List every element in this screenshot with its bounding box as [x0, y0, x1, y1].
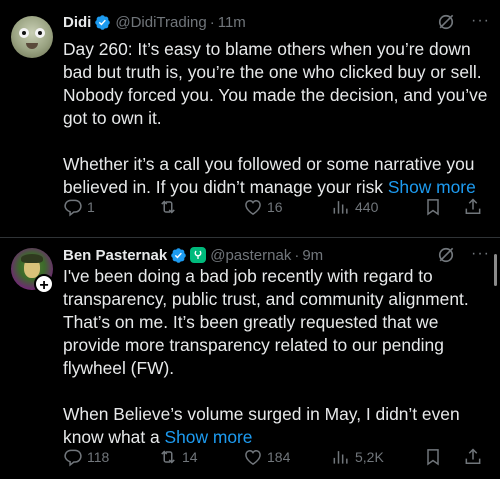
tweet-header: Didi @DidiTrading · 11m — [63, 12, 246, 32]
author-handle[interactable]: @DidiTrading — [115, 14, 206, 31]
bookmark-icon — [427, 449, 439, 466]
avatar-hair — [21, 254, 43, 263]
repost-count: 14 — [182, 449, 198, 465]
repost-icon — [161, 450, 175, 464]
like-icon — [245, 199, 261, 215]
views-button[interactable]: 5,2K — [331, 447, 384, 467]
repost-icon — [161, 200, 175, 214]
repost-button[interactable] — [158, 197, 182, 217]
author-handle[interactable]: @pasternak — [210, 247, 291, 264]
avatar[interactable] — [11, 16, 53, 58]
views-icon — [333, 201, 348, 214]
reply-icon — [64, 199, 82, 217]
separator-dot: · — [209, 13, 215, 31]
like-button[interactable]: 16 — [243, 197, 283, 217]
views-count: 440 — [355, 199, 379, 215]
like-icon — [245, 449, 261, 465]
like-button[interactable]: 184 — [243, 447, 290, 467]
avatar-pupil-left — [22, 31, 26, 35]
tweet-text: Day 260: It’s easy to blame others when … — [63, 38, 488, 199]
more-icon[interactable]: ··· — [471, 245, 490, 263]
bookmark-icon — [427, 199, 439, 216]
scrollbar[interactable] — [494, 254, 497, 286]
reply-button[interactable]: 118 — [63, 447, 109, 467]
avatar-mouth — [26, 43, 38, 49]
reply-count: 1 — [87, 199, 95, 215]
timestamp[interactable]: 11m — [218, 14, 246, 31]
views-button[interactable]: 440 — [331, 197, 378, 217]
like-count: 184 — [267, 449, 291, 465]
share-button[interactable] — [463, 197, 483, 217]
share-button[interactable] — [463, 447, 483, 467]
share-icon — [465, 448, 481, 464]
reply-icon — [64, 449, 82, 467]
like-count: 16 — [267, 199, 283, 215]
grok-icon[interactable] — [436, 245, 456, 265]
verified-icon — [95, 14, 111, 30]
author-name[interactable]: Didi — [63, 14, 91, 31]
author-name[interactable]: Ben Pasternak — [63, 247, 167, 264]
show-more-link[interactable]: Show more — [388, 177, 476, 197]
reply-button[interactable]: 1 — [63, 197, 95, 217]
grok-icon[interactable] — [436, 12, 456, 32]
bookmark-button[interactable] — [423, 197, 443, 217]
more-icon[interactable]: ··· — [471, 12, 490, 30]
bookmark-button[interactable] — [423, 447, 443, 467]
views-count: 5,2K — [355, 449, 384, 465]
follow-plus-icon[interactable]: + — [34, 274, 54, 294]
reply-count: 118 — [87, 449, 110, 465]
timestamp[interactable]: 9m — [302, 247, 323, 264]
show-more-link[interactable]: Show more — [165, 427, 253, 447]
share-icon — [465, 198, 481, 214]
avatar-pupil-right — [38, 31, 42, 35]
action-bar: 1 16 440 — [63, 195, 493, 219]
repost-button[interactable]: 14 — [158, 447, 198, 467]
tweet-paragraph-1: Day 260: It’s easy to blame others when … — [63, 39, 488, 128]
views-icon — [333, 451, 348, 464]
tweet-didi[interactable]: Didi @DidiTrading · 11m ··· Day 260: It’… — [0, 0, 500, 238]
